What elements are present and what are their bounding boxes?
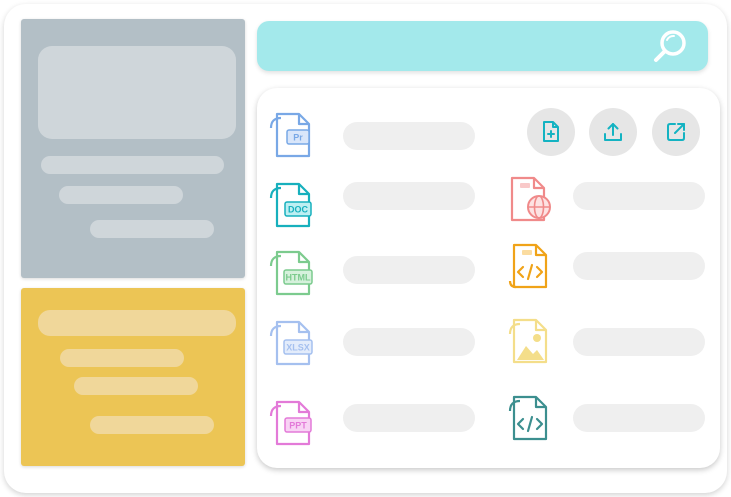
image-placeholder (38, 46, 236, 139)
xlsx-file-icon[interactable]: XLSX (269, 318, 315, 368)
external-link-icon (667, 123, 685, 141)
file-name-placeholder (343, 404, 475, 432)
doc-file-label: DOC (288, 205, 309, 215)
code-file-icon[interactable] (508, 393, 554, 443)
html-file-icon[interactable]: HTML (269, 248, 315, 298)
file-name-placeholder (573, 252, 705, 280)
search-icon[interactable] (650, 28, 690, 64)
upload-icon (604, 123, 622, 141)
file-list-panel: Pr DOC HTML XLSX PPT (257, 88, 720, 468)
search-bar[interactable] (257, 21, 708, 71)
ppt-file-icon[interactable]: PPT (269, 398, 315, 448)
image-file-icon[interactable] (508, 316, 554, 366)
yellow-preview-card[interactable] (21, 288, 245, 466)
external-link-button[interactable] (652, 108, 700, 156)
pr-file-icon[interactable]: Pr (269, 110, 315, 160)
file-name-placeholder (343, 328, 475, 356)
gray-preview-card[interactable] (21, 19, 245, 278)
file-name-placeholder (573, 328, 705, 356)
upload-button[interactable] (589, 108, 637, 156)
new-file-button[interactable] (527, 108, 575, 156)
file-name-placeholder (573, 182, 705, 210)
html-file-label: HTML (286, 273, 311, 283)
xlsx-file-label: XLSX (286, 343, 310, 353)
pr-file-label: Pr (293, 133, 303, 143)
text-placeholder (38, 310, 236, 336)
ppt-file-label: PPT (289, 421, 307, 431)
text-placeholder (41, 156, 224, 174)
text-placeholder (90, 220, 214, 238)
text-placeholder (59, 186, 183, 204)
text-placeholder (90, 416, 214, 434)
file-name-placeholder (573, 404, 705, 432)
file-name-placeholder (343, 182, 475, 210)
code-file-icon[interactable] (508, 241, 554, 291)
text-placeholder (74, 377, 198, 395)
file-name-placeholder (343, 256, 475, 284)
doc-file-icon[interactable]: DOC (269, 180, 315, 230)
file-name-placeholder (343, 122, 475, 150)
new-file-icon (543, 121, 559, 142)
web-file-icon[interactable] (506, 174, 552, 224)
text-placeholder (60, 349, 184, 367)
